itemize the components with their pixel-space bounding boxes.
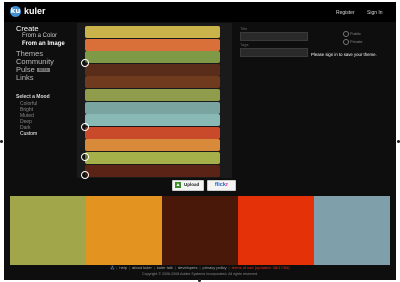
title-label: Title [240,26,248,31]
footer-link-developers[interactable]: developers [178,265,198,270]
flickr-label-pink: r [225,182,229,188]
fabric-stripe [85,164,220,177]
tags-label: Tags [240,42,249,47]
footer-link-help[interactable]: help [119,265,127,270]
footer-links: ⁂ | help | about kuler | kuler talk | developers… [4,265,396,270]
tags-input[interactable] [240,48,308,57]
nav-create[interactable]: Create [16,24,39,33]
color-picker-handle[interactable] [81,153,89,161]
upload-button[interactable]: ▲ Upload [172,180,204,191]
fabric-stripe [85,152,220,164]
fabric-stripe [85,76,220,89]
title-input[interactable] [240,32,308,41]
color-picker-handle[interactable] [81,59,89,67]
fabric-stripe [85,89,220,101]
signin-message: Please sign in to save your theme. [311,52,377,57]
fabric-stripe [85,38,220,51]
app-name[interactable]: kuler [24,6,46,16]
color-swatch-2[interactable] [86,196,162,265]
flickr-button[interactable]: flickr [207,180,236,191]
nav-from-color[interactable]: From a Color [22,33,57,39]
footer-link-terms[interactable]: terms of use (updated: 08/17/06) [232,265,290,270]
copyright: Copyright © 2006-2008 Adobe Systems Inco… [142,272,258,276]
footer-link-privacy-policy[interactable]: privacy policy [203,265,227,270]
mood-title: Select a Mood [16,94,50,100]
resize-handle-left [0,140,3,143]
fabric-stripe [85,139,220,152]
flickr-label-blue: flick [214,182,226,188]
sign-in-link[interactable]: Sign In [367,10,383,16]
color-picker-handle[interactable] [81,123,89,131]
color-swatch-3[interactable] [162,196,238,265]
color-palette [10,196,390,265]
fabric-stripe [85,51,220,64]
upload-arrow-icon: ▲ [175,182,181,188]
fabric-stripe [85,63,220,76]
beta-badge: BETA [36,68,50,73]
public-radio[interactable] [343,31,349,37]
fabric-stripe [85,26,220,38]
private-radio[interactable] [343,39,349,45]
public-label: Public [350,31,361,36]
private-label: Private [350,39,363,44]
color-swatch-1[interactable] [10,196,86,265]
upload-label: Upload [184,182,200,187]
kuler-logo-icon[interactable]: ku [10,6,21,17]
fabric-stripe [85,114,220,127]
nav-links[interactable]: Links [16,73,34,82]
mood-custom[interactable]: Custom [20,131,37,137]
source-image[interactable] [77,23,232,179]
app-window: ku kuler Register Sign In Create From a … [4,2,396,280]
color-swatch-4[interactable] [238,196,314,265]
color-picker-handle[interactable] [81,171,89,179]
fabric-stripe [85,126,220,139]
fabric-stripe [85,101,220,114]
top-bar: ku kuler Register Sign In [4,2,396,22]
register-link[interactable]: Register [336,10,355,16]
footer-link-kuler-talk[interactable]: kuler talk [157,265,173,270]
nav-from-image[interactable]: From an Image [22,41,65,47]
footer-link-about-kuler[interactable]: about kuler [132,265,152,270]
color-swatch-5[interactable] [314,196,390,265]
